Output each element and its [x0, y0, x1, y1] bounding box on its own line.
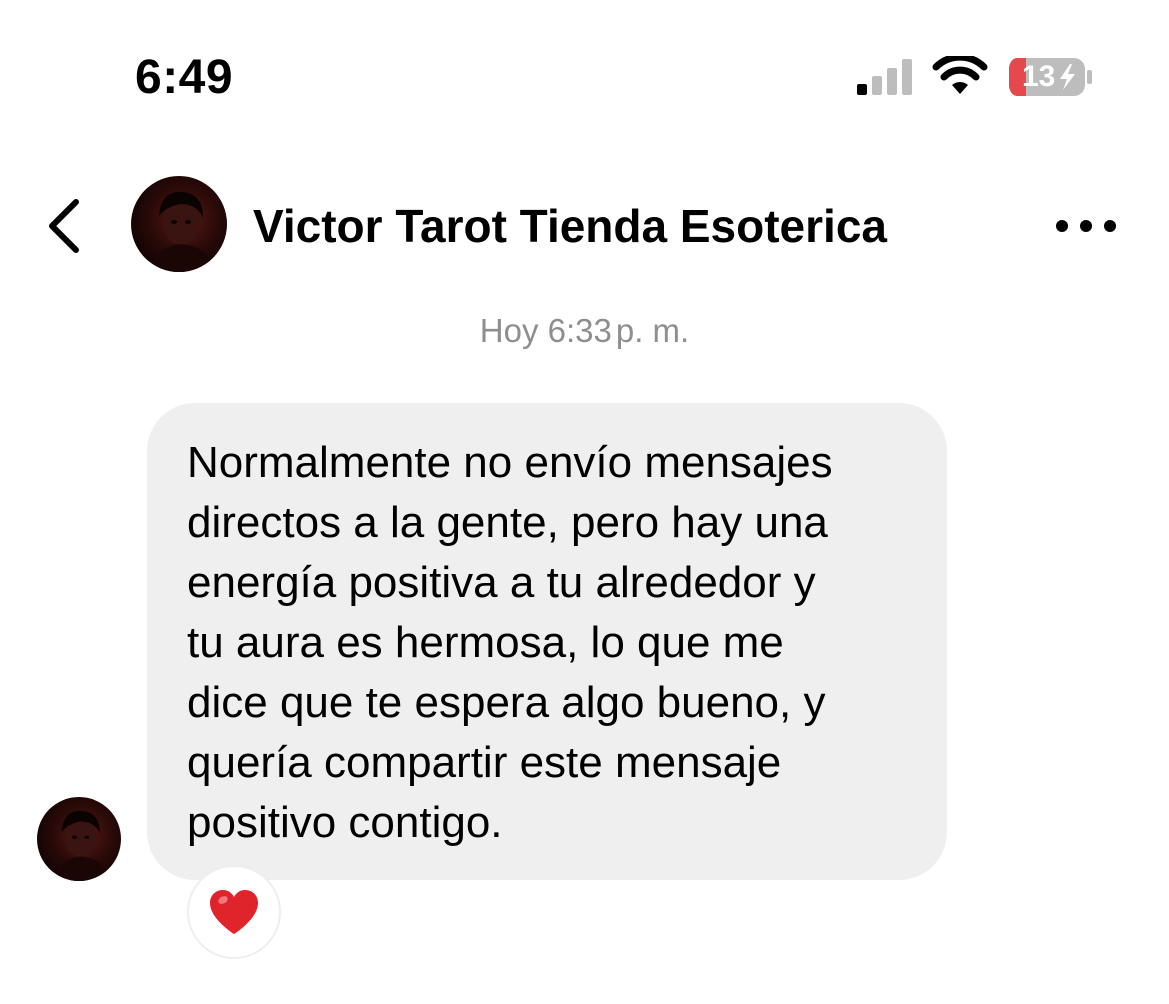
avatar-portrait-icon: [54, 810, 109, 881]
battery-level-text: 13: [1022, 60, 1056, 93]
message-bubble[interactable]: Normalmente no envío mensajes directos a…: [147, 403, 947, 880]
sender-avatar[interactable]: [37, 797, 121, 881]
heart-emoji-icon: [210, 890, 258, 934]
message-reaction[interactable]: [187, 865, 281, 959]
contact-avatar[interactable]: [131, 176, 227, 272]
cellular-signal-icon: [857, 59, 912, 95]
wifi-icon: [932, 56, 988, 94]
back-chevron-icon: [49, 199, 79, 253]
message-timestamp: Hoy 6:33 p. m.: [0, 310, 1169, 352]
contact-name[interactable]: Victor Tarot Tienda Esoterica: [253, 198, 887, 254]
timestamp-time: 6:33: [547, 312, 612, 349]
timestamp-day: Hoy: [479, 312, 539, 349]
back-button[interactable]: [40, 196, 90, 256]
avatar-portrait-icon: [151, 191, 213, 272]
more-options-icon: [1056, 220, 1116, 232]
message-text: Normalmente no envío mensajes directos a…: [187, 438, 833, 847]
status-bar-time: 6:49: [135, 51, 234, 104]
timestamp-period: p. m.: [615, 312, 690, 349]
more-options-button[interactable]: [1050, 208, 1122, 244]
